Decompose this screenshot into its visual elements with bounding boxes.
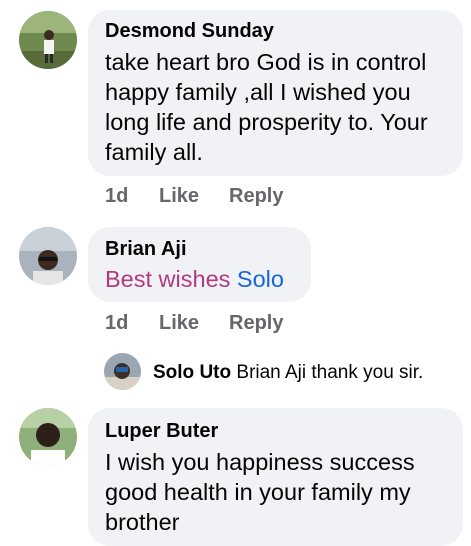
avatar-solo-uto[interactable]	[104, 353, 141, 390]
reply-button[interactable]: Reply	[229, 185, 283, 208]
comment-text-line: happy family ,all I wished you	[105, 79, 411, 105]
avatar-luper-buter[interactable]	[19, 408, 77, 466]
comment-text-line: family all.	[105, 139, 203, 165]
mention-link[interactable]: Solo	[237, 266, 284, 292]
comment-timestamp[interactable]: 1d	[105, 185, 128, 208]
comment-text-line: long life and prosperity to. Your	[105, 109, 428, 135]
avatar-desmond-sunday[interactable]	[19, 11, 77, 69]
reply-author[interactable]: Solo Uto	[153, 362, 231, 383]
comment-text-line: I wish you happiness success	[105, 449, 415, 475]
comment-author[interactable]: Desmond Sunday	[105, 20, 274, 43]
comment-text-line: good health in your family my	[105, 479, 411, 505]
comment-author[interactable]: Brian Aji	[105, 238, 187, 261]
comment-text-highlighted: Best wishes	[105, 266, 231, 292]
comment-author[interactable]: Luper Buter	[105, 420, 218, 443]
like-button[interactable]: Like	[159, 185, 199, 208]
comment-text-line: brother	[105, 509, 180, 535]
avatar-brian-aji[interactable]	[19, 227, 77, 285]
reply-button[interactable]: Reply	[229, 312, 283, 335]
reply-item: Solo Uto Brian Aji thank you sir.	[153, 362, 423, 384]
comment-text: Best wishes Solo	[105, 264, 284, 294]
comment-text-line: take heart bro God is in control	[105, 49, 427, 75]
reply-text: Brian Aji thank you sir.	[236, 362, 424, 383]
comment-timestamp[interactable]: 1d	[105, 312, 128, 335]
like-button[interactable]: Like	[159, 312, 199, 335]
